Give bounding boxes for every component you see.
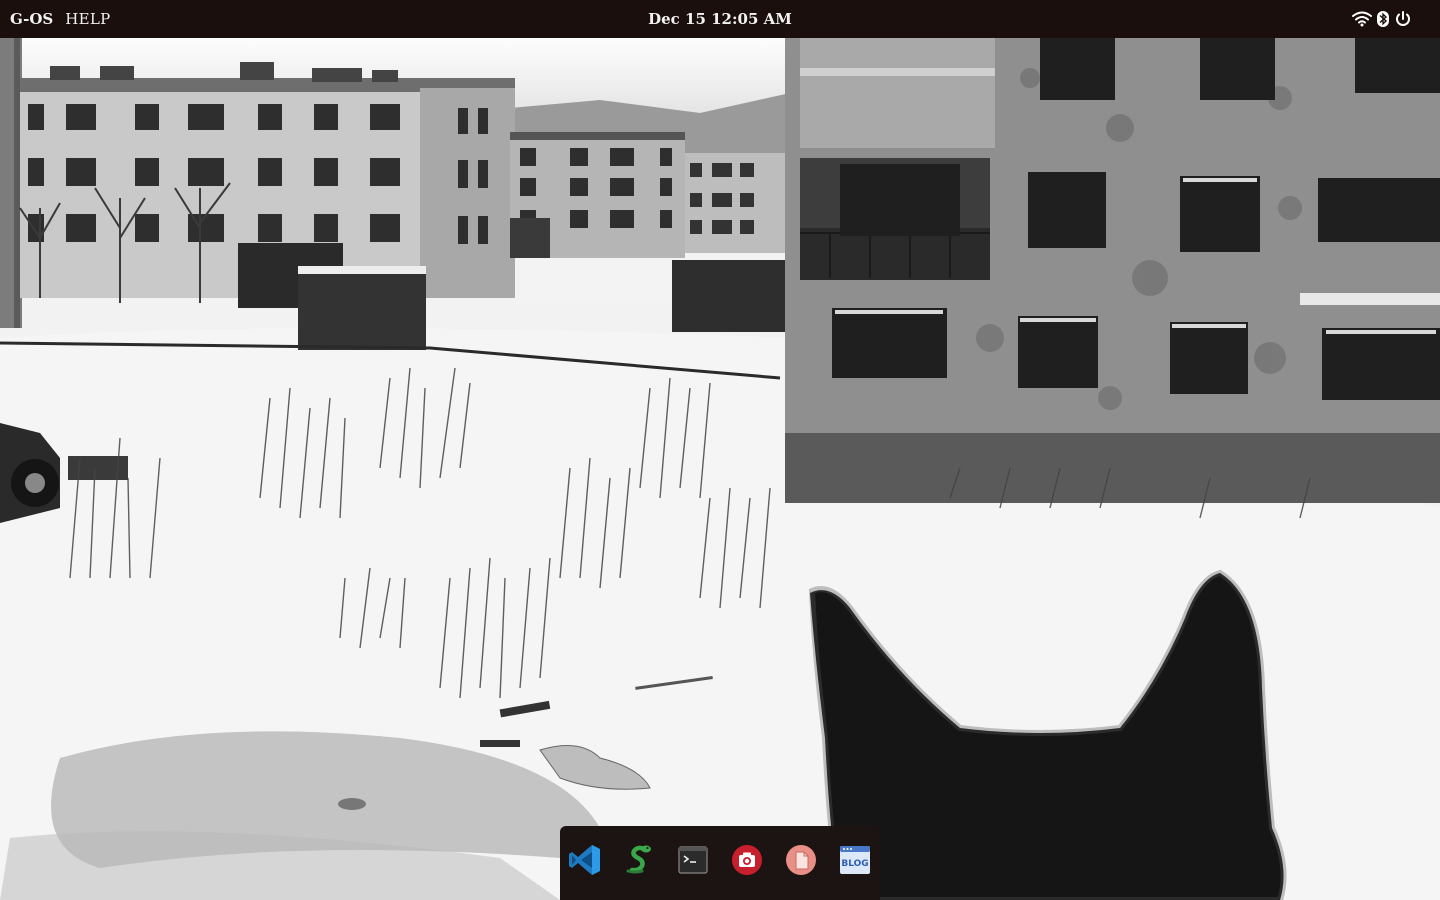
dock-app-files[interactable] [783,842,819,878]
help-menu[interactable]: HELP [65,10,110,28]
snake-icon [626,845,651,874]
blog-label: BLOG [841,859,868,869]
top-bar: G-OS HELP Dec 15 12:05 AM [0,0,1440,38]
dock-app-snake[interactable] [621,842,657,878]
terminal-icon [678,846,708,874]
camera-icon [732,845,762,875]
vscode-icon [569,845,600,875]
wifi-icon[interactable] [1352,11,1372,27]
dock-app-terminal[interactable] [675,842,711,878]
status-area [1352,10,1412,28]
wallpaper-image [0,38,1440,900]
os-logo-menu[interactable]: G-OS [10,10,53,28]
clock[interactable]: Dec 15 12:05 AM [648,10,792,28]
dock-app-camera[interactable] [729,842,765,878]
dock-app-vscode[interactable] [567,842,603,878]
file-icon [786,845,816,875]
dock-app-blog[interactable]: BLOG [837,842,873,878]
top-bar-left: G-OS HELP [10,10,111,28]
desktop[interactable] [0,38,1440,900]
dock: BLOG [560,826,880,900]
power-icon[interactable] [1394,10,1412,28]
blog-icon: BLOG [840,846,870,874]
bluetooth-icon[interactable] [1376,10,1390,28]
